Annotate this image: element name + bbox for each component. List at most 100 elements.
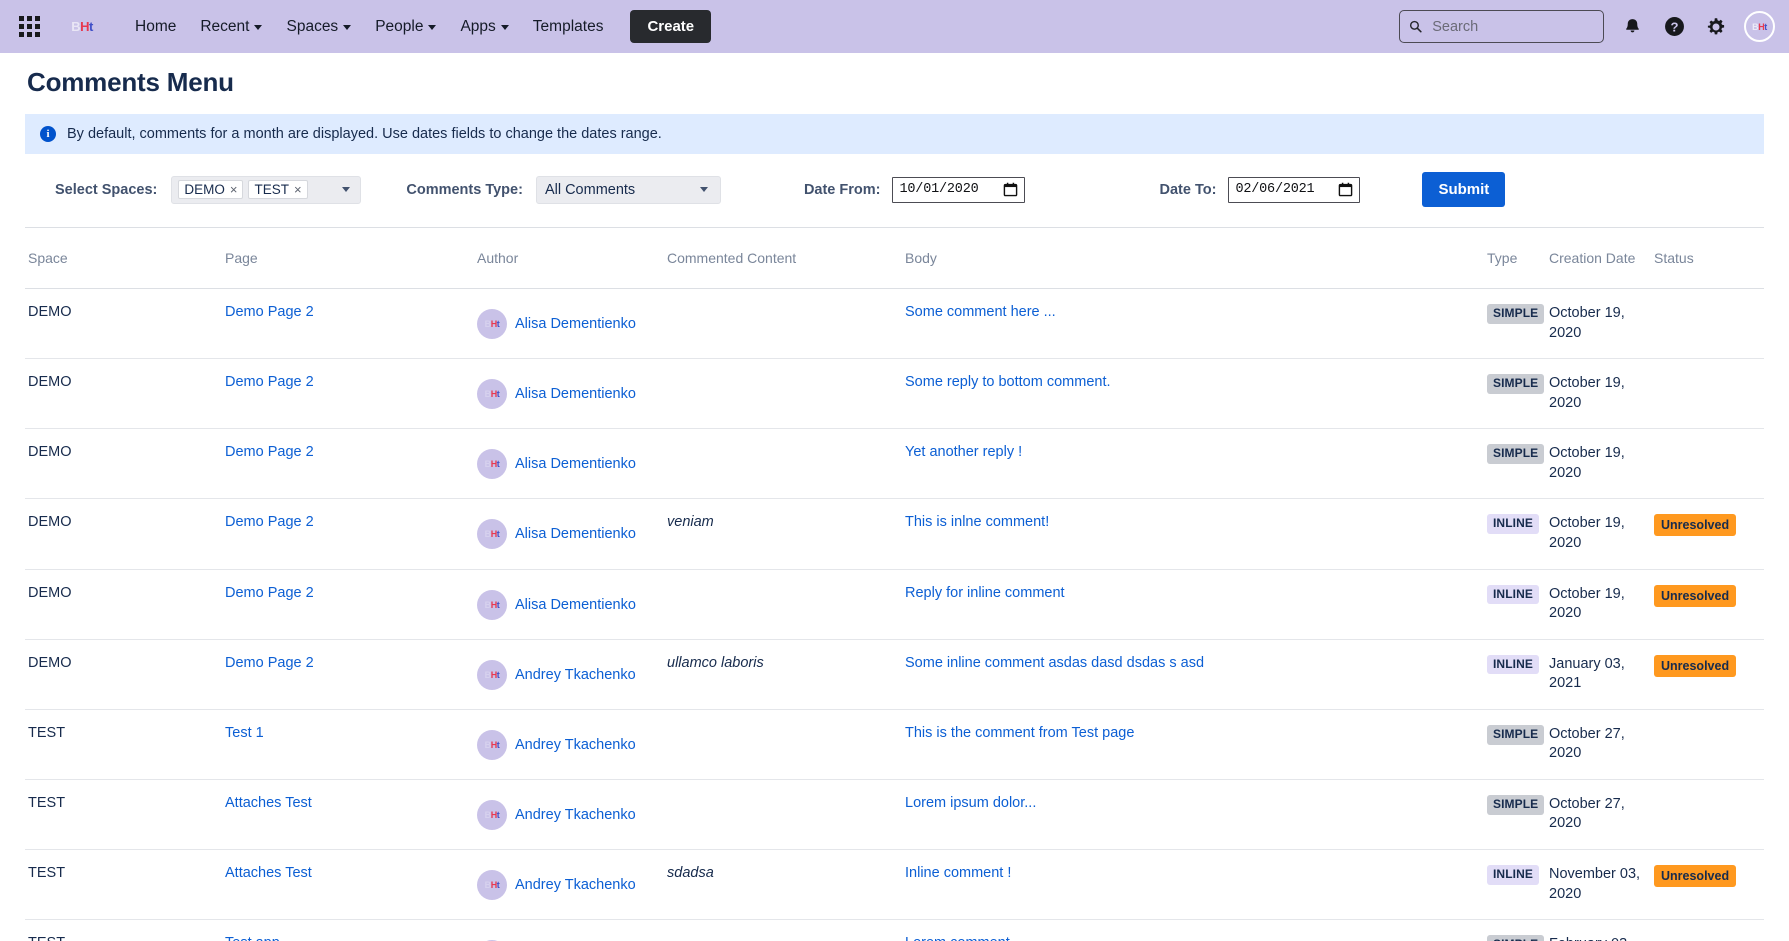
- author-link[interactable]: Andrey Tkachenko: [515, 807, 636, 823]
- search-box[interactable]: [1399, 10, 1604, 43]
- avatar[interactable]: BHt: [477, 589, 507, 620]
- chevron-down-icon[interactable]: [342, 187, 351, 192]
- remove-chip-icon[interactable]: ×: [230, 182, 238, 197]
- calendar-icon[interactable]: [1003, 182, 1018, 197]
- nav-item-recent[interactable]: Recent: [189, 11, 273, 43]
- author-link[interactable]: Alisa Dementienko: [515, 597, 636, 613]
- page-link[interactable]: Demo Page 2: [225, 655, 314, 671]
- body-link[interactable]: This is the comment from Test page: [905, 725, 1134, 741]
- select-spaces-label: Select Spaces:: [55, 181, 158, 198]
- body-link[interactable]: Yet another reply !: [905, 444, 1022, 460]
- page-link[interactable]: Demo Page 2: [225, 585, 314, 601]
- nav-item-home[interactable]: Home: [124, 11, 187, 43]
- author-link[interactable]: Alisa Dementienko: [515, 386, 636, 402]
- page-link[interactable]: Attaches Test: [225, 865, 312, 881]
- table-row: DEMO Demo Page 2 B Ht Andrey Tkachenko ullamc…: [25, 639, 1764, 710]
- author-group: BHtAndrey Tkachenko: [477, 935, 659, 941]
- page-link[interactable]: Test app: [225, 935, 280, 941]
- help-question-icon[interactable]: ?: [1660, 13, 1688, 41]
- table-header-row: Space Page Author Commented Content Body…: [25, 228, 1764, 289]
- creation-date-text: January 03, 2021: [1549, 655, 1625, 692]
- page-link[interactable]: Demo Page 2: [225, 514, 314, 530]
- brand-logo[interactable]: BHt: [62, 8, 102, 46]
- creation-date-text: October 19, 2020: [1549, 375, 1625, 411]
- commented-content-text: sdadsa: [667, 865, 714, 881]
- author-link[interactable]: Andrey Tkachenko: [515, 877, 636, 893]
- page-content: Comments Menu i By default, comments for…: [0, 67, 1789, 941]
- author-link[interactable]: Alisa Dementienko: [515, 456, 636, 472]
- author-group: B Ht Alisa Dementienko: [477, 444, 659, 480]
- comments-type-select[interactable]: All Comments: [535, 175, 721, 204]
- author-link[interactable]: Alisa Dementienko: [515, 316, 636, 332]
- cell-body: This is inlne comment!: [905, 498, 1487, 570]
- nav-item-spaces[interactable]: Spaces: [275, 11, 362, 43]
- body-link[interactable]: Lorem ipsum dolor...: [905, 795, 1036, 811]
- avatar[interactable]: BHt: [477, 379, 507, 410]
- cell-body: Reply for inline comment: [905, 569, 1487, 640]
- cell-status: [1654, 779, 1764, 851]
- column-header-type[interactable]: Type: [1487, 228, 1549, 289]
- avatar[interactable]: BHt: [477, 519, 507, 550]
- column-header-status[interactable]: Status: [1654, 228, 1764, 289]
- avatar[interactable]: BHt: [477, 799, 507, 830]
- creation-date-text: October 19, 2020: [1549, 515, 1625, 551]
- cell-author: BHt Andrey Tkachenko: [477, 639, 667, 710]
- page-link[interactable]: Test 1: [225, 725, 264, 741]
- avatar[interactable]: BHt: [477, 659, 507, 690]
- nav-item-apps[interactable]: Apps: [449, 11, 519, 43]
- body-link[interactable]: Some reply to bottom comment.: [905, 374, 1111, 390]
- space-name: DEMO: [28, 444, 72, 461]
- cell-page: Demo Page 2: [225, 639, 477, 710]
- page-link[interactable]: Attaches Test: [225, 795, 312, 811]
- cell-status: [1654, 919, 1764, 941]
- nav-menu: Home Recent Spaces People Apps Templates…: [124, 10, 712, 43]
- submit-button[interactable]: Submit: [1422, 172, 1506, 207]
- notifications-bell-icon[interactable]: [1618, 13, 1646, 41]
- avatar[interactable]: BHt: [477, 449, 507, 480]
- author-link[interactable]: Andrey Tkachenko: [515, 667, 636, 683]
- comments-table: Space Page Author Commented Content Body…: [25, 228, 1764, 941]
- user-avatar[interactable]: BHt: [1744, 11, 1775, 42]
- page-link[interactable]: Demo Page 2: [225, 374, 314, 390]
- chevron-down-icon[interactable]: [699, 187, 708, 192]
- body-link[interactable]: Reply for inline comment: [905, 585, 1065, 601]
- avatar[interactable]: BHt: [477, 729, 507, 760]
- status-badge: Unresolved: [1654, 514, 1737, 537]
- author-link[interactable]: Andrey Tkachenko: [515, 737, 636, 753]
- nav-item-templates[interactable]: Templates: [522, 11, 615, 43]
- page-link[interactable]: Demo Page 2: [225, 304, 314, 320]
- column-header-author[interactable]: Author: [477, 228, 667, 289]
- settings-gear-icon[interactable]: [1702, 13, 1730, 41]
- avatar[interactable]: BHt: [477, 309, 507, 339]
- search-input[interactable]: [1430, 17, 1594, 36]
- page-link[interactable]: Demo Page 2: [225, 444, 314, 460]
- calendar-icon[interactable]: [1338, 182, 1353, 197]
- body-link[interactable]: Inline comment !: [905, 865, 1011, 881]
- type-badge: SIMPLE: [1487, 724, 1545, 745]
- column-header-space[interactable]: Space: [25, 228, 225, 289]
- remove-chip-icon[interactable]: ×: [294, 182, 302, 197]
- body-link[interactable]: Lorem comment: [905, 935, 1010, 941]
- space-chip-test[interactable]: TEST ×: [248, 180, 308, 199]
- nav-item-people[interactable]: People: [364, 11, 447, 43]
- column-header-body[interactable]: Body: [905, 228, 1487, 289]
- column-header-creation-date[interactable]: Creation Date: [1549, 228, 1654, 289]
- spaces-multiselect[interactable]: DEMO × TEST ×: [171, 175, 362, 204]
- space-chip-demo[interactable]: DEMO ×: [178, 180, 244, 199]
- app-switcher-button[interactable]: [10, 8, 48, 46]
- creation-date-text: October 19, 2020: [1549, 445, 1625, 481]
- author-group: B Ht Alisa Dementienko: [477, 304, 659, 339]
- date-to-input[interactable]: 02/06/2021: [1228, 176, 1361, 203]
- body-link[interactable]: Some comment here ...: [905, 304, 1056, 320]
- author-link[interactable]: Alisa Dementienko: [515, 526, 636, 542]
- create-button[interactable]: Create: [630, 10, 712, 43]
- table-row: TEST Test 1 B Ht Andrey Tkachenko This is the…: [25, 709, 1764, 780]
- nav-item-label: Spaces: [286, 17, 339, 35]
- body-link[interactable]: Some inline comment asdas dasd dsdas s a…: [905, 655, 1204, 671]
- type-badge: SIMPLE: [1487, 935, 1545, 941]
- date-from-input[interactable]: 10/01/2020: [892, 176, 1025, 203]
- column-header-page[interactable]: Page: [225, 228, 477, 289]
- body-link[interactable]: This is inlne comment!: [905, 514, 1049, 530]
- avatar[interactable]: BHt: [477, 870, 507, 900]
- column-header-commented-content[interactable]: Commented Content: [667, 228, 905, 289]
